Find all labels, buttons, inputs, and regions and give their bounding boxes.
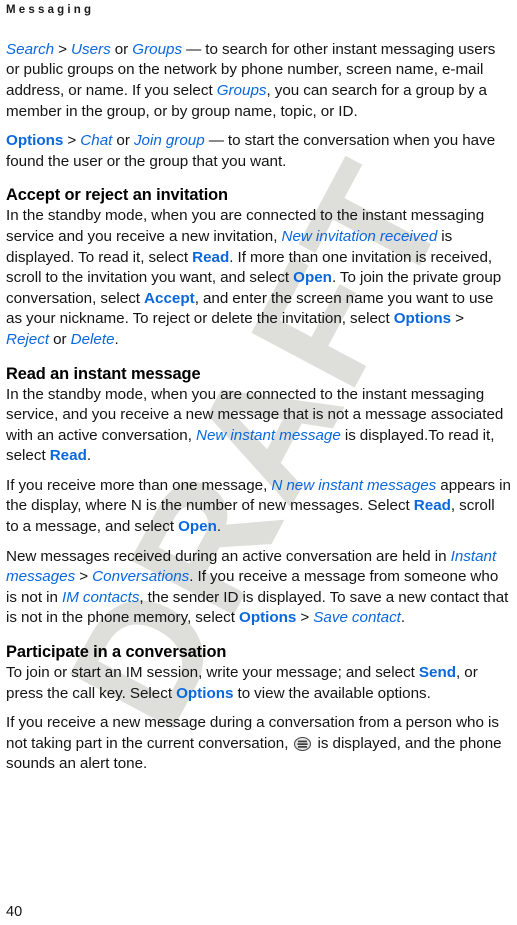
running-head-messaging: Messaging: [6, 4, 95, 16]
separator-gt: >: [54, 40, 72, 58]
ui-term-options: Options: [393, 310, 452, 328]
separator-gt: >: [451, 310, 464, 328]
text-or: or: [49, 330, 71, 348]
ui-message-new-instant-message: New instant message: [196, 426, 341, 444]
text-or: or: [110, 40, 133, 58]
paragraph-read-instant-message: In the standby mode, when you are connec…: [6, 385, 511, 467]
ui-term-delete: Delete: [70, 330, 115, 348]
separator-gt: >: [75, 568, 93, 586]
ui-term-users: Users: [71, 40, 111, 58]
ui-term-groups: Groups: [132, 40, 183, 58]
ui-term-chat: Chat: [80, 132, 113, 150]
ui-term-read: Read: [49, 447, 87, 465]
paragraph-accept-invitation: In the standby mode, when you are connec…: [6, 206, 511, 350]
paragraph-messages-held-in-conversations: New messages received during an active c…: [6, 547, 511, 629]
separator-gt: >: [296, 609, 314, 627]
ui-term-send: Send: [418, 664, 457, 682]
ui-term-accept: Accept: [144, 289, 195, 307]
paragraph-options-chat-join: Options > Chat or Join group — to start …: [6, 131, 511, 172]
text-period: .: [86, 447, 92, 465]
ui-term-save-contact: Save contact: [313, 609, 401, 627]
page-body: Search > Users or Groups — to search for…: [6, 40, 511, 775]
ui-term-groups-2: Groups: [216, 81, 267, 99]
ui-message-n-new-instant-messages: N new instant messages: [271, 476, 437, 494]
ui-term-open: Open: [293, 269, 332, 287]
ui-term-im-contacts: IM contacts: [61, 588, 140, 606]
text-more-than-one-intro: If you receive more than one message,: [6, 476, 272, 494]
text-or: or: [112, 132, 134, 150]
text-period: .: [216, 518, 222, 536]
text-new-messages-held: New messages received during an active c…: [6, 547, 451, 565]
text-period: .: [400, 609, 406, 627]
page-number: 40: [6, 903, 23, 920]
separator-gt: >: [63, 132, 81, 150]
ui-term-conversations: Conversations: [92, 568, 190, 586]
ui-term-search: Search: [6, 40, 55, 58]
document-page: Messaging Search > Users or Groups — to …: [0, 0, 517, 925]
new-message-indicator-icon: [294, 736, 312, 751]
paragraph-more-than-one-message: If you receive more than one message, N …: [6, 476, 511, 538]
ui-term-options: Options: [176, 684, 234, 702]
ui-term-options: Options: [6, 132, 64, 150]
heading-participate-in-a-conversation: Participate in a conversation: [6, 643, 227, 662]
text-view-options: to view the available options.: [233, 684, 431, 702]
heading-read-an-instant-message: Read an instant message: [6, 364, 201, 383]
ui-term-join-group: Join group: [133, 132, 205, 150]
ui-term-open: Open: [178, 518, 217, 536]
ui-term-reject: Reject: [6, 330, 50, 348]
paragraph-alert-tone: If you receive a new message during a co…: [6, 713, 511, 775]
ui-term-options: Options: [239, 609, 297, 627]
text-join-or-start: To join or start an IM session, write yo…: [6, 664, 419, 682]
ui-message-new-invitation-received: New invitation received: [281, 227, 438, 245]
paragraph-search-users-groups: Search > Users or Groups — to search for…: [6, 40, 511, 122]
text-period: .: [114, 330, 119, 348]
ui-term-read: Read: [192, 248, 230, 266]
ui-term-read: Read: [413, 497, 451, 515]
heading-accept-or-reject-an-invitation: Accept or reject an invitation: [6, 186, 228, 205]
paragraph-participate-conversation: To join or start an IM session, write yo…: [6, 663, 511, 704]
